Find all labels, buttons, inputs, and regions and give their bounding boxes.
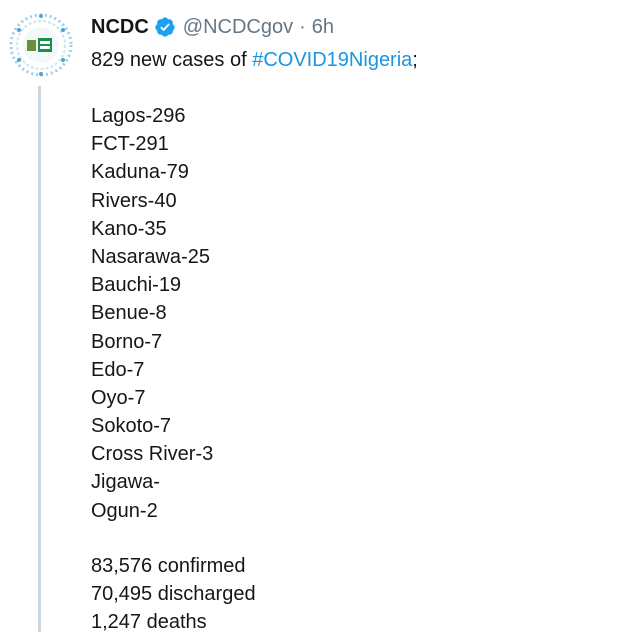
list-item: FCT-291 <box>91 133 169 156</box>
totals-list: 83,576 confirmed 70,495 discharged 1,247… <box>91 552 256 632</box>
hashtag-link[interactable]: #COVID19Nigeria <box>252 49 412 71</box>
list-item: Bauchi-19 <box>91 274 182 297</box>
avatar[interactable] <box>6 10 76 80</box>
list-item: Ogun-2 <box>91 499 158 522</box>
list-item: Jigawa- <box>91 471 160 494</box>
tweet-intro: 829 new cases of #COVID19Nigeria; <box>91 46 418 74</box>
list-item: Lagos-296 <box>91 105 186 127</box>
timestamp[interactable]: 6h <box>312 16 334 39</box>
list-item: Rivers-40 <box>91 189 177 212</box>
state-cases-list: Lagos-296 FCT-291 Kaduna-79 Rivers-40 Ka… <box>91 102 213 525</box>
intro-suffix: ; <box>412 49 418 71</box>
discharged-total: 70,495 discharged <box>91 583 256 606</box>
confirmed-total: 83,576 confirmed <box>91 555 246 577</box>
list-item: Oyo-7 <box>91 386 146 409</box>
list-item: Kaduna-79 <box>91 161 189 184</box>
verified-badge-icon <box>154 16 176 38</box>
display-name[interactable]: NCDC <box>91 16 149 39</box>
tweet-header: NCDC @NCDCgov · 6h <box>91 12 334 42</box>
list-item: Nasarawa-25 <box>91 245 210 268</box>
deaths-total: 1,247 deaths <box>91 611 207 632</box>
list-item: Kano-35 <box>91 217 167 240</box>
list-item: Benue-8 <box>91 302 167 325</box>
handle[interactable]: @NCDCgov <box>183 16 293 39</box>
list-item: Sokoto-7 <box>91 415 172 438</box>
separator-dot: · <box>299 15 306 38</box>
list-item: Cross River-3 <box>91 443 214 466</box>
list-item: Borno-7 <box>91 330 163 353</box>
thread-line <box>38 86 41 632</box>
list-item: Edo-7 <box>91 358 145 381</box>
intro-text: 829 new cases of <box>91 49 253 71</box>
tweet: NCDC @NCDCgov · 6h 829 new cases of #COV… <box>0 0 640 632</box>
ncdc-logo-icon <box>8 12 74 78</box>
